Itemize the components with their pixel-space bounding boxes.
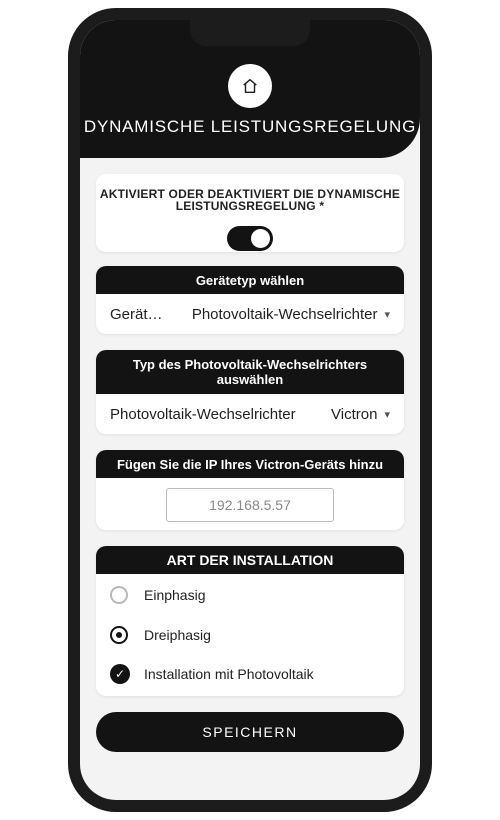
page-title: DYNAMISCHE LEISTUNGSREGELUNG <box>83 117 417 136</box>
checkbox-label: Installation mit Photovoltaik <box>144 666 314 682</box>
phone-notch <box>190 20 310 46</box>
radio-label: Dreiphasig <box>144 627 211 643</box>
toggle-knob <box>251 229 270 248</box>
inverter-type-select[interactable]: Photovoltaik-Wechselrichter Victron ▾ <box>96 394 404 434</box>
photovoltaik-checkbox-row[interactable]: ✓ Installation mit Photovoltaik <box>110 662 314 686</box>
installation-card: ART DER INSTALLATION Einphasig Dreiphasi… <box>96 546 404 696</box>
device-type-label: Gerätetyp <box>110 305 166 323</box>
power-control-toggle[interactable] <box>227 226 273 251</box>
ip-address-input[interactable] <box>166 488 334 522</box>
radio-option-dreiphasig[interactable]: Dreiphasig <box>110 623 211 647</box>
inverter-type-heading: Typ des Photovoltaik-Wechselrichters aus… <box>96 350 404 394</box>
home-icon <box>243 78 257 94</box>
device-type-value: Photovoltaik-Wechselrichter <box>191 305 378 323</box>
radio-option-einphasig[interactable]: Einphasig <box>110 583 206 607</box>
checkmark-icon[interactable]: ✓ <box>110 664 130 684</box>
installation-heading: ART DER INSTALLATION <box>96 546 404 574</box>
toggle-description: AKTIVIERT ODER DEAKTIVIERT DIE DYNAMISCH… <box>99 187 401 213</box>
inverter-type-card: Typ des Photovoltaik-Wechselrichters aus… <box>96 350 404 434</box>
ip-card: Fügen Sie die IP Ihres Victron-Geräts hi… <box>96 450 404 530</box>
device-type-card: Gerätetyp wählen Gerätetyp Photovoltaik-… <box>96 266 404 334</box>
device-type-select[interactable]: Gerätetyp Photovoltaik-Wechselrichter ▾ <box>96 294 404 334</box>
inverter-type-value: Victron <box>331 405 378 423</box>
app-screen: DYNAMISCHE LEISTUNGSREGELUNG AKTIVIERT O… <box>80 20 420 800</box>
ip-heading: Fügen Sie die IP Ihres Victron-Geräts hi… <box>96 450 404 478</box>
radio-button-selected[interactable] <box>110 626 128 644</box>
save-button[interactable]: SPEICHERN <box>96 712 404 752</box>
inverter-type-label: Photovoltaik-Wechselrichter <box>110 405 296 423</box>
radio-label: Einphasig <box>144 587 206 603</box>
power-control-toggle-card: AKTIVIERT ODER DEAKTIVIERT DIE DYNAMISCH… <box>96 174 404 252</box>
radio-button[interactable] <box>110 586 128 604</box>
chevron-down-icon: ▾ <box>384 408 390 421</box>
device-type-heading: Gerätetyp wählen <box>96 266 404 294</box>
chevron-down-icon: ▾ <box>384 308 390 321</box>
home-button[interactable] <box>228 64 272 108</box>
